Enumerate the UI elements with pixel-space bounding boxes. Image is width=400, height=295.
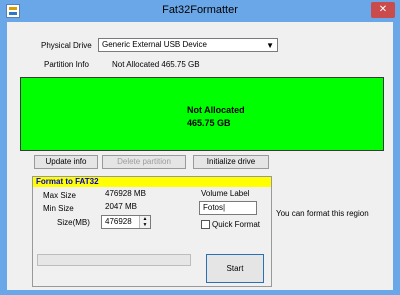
update-info-button[interactable]: Update info xyxy=(34,155,98,169)
format-panel-header: Format to FAT32 xyxy=(33,177,271,187)
partition-map[interactable]: Not Allocated 465.75 GB xyxy=(20,77,384,151)
quick-format-label: Quick Format xyxy=(212,220,261,229)
delete-partition-button[interactable]: Delete partition xyxy=(102,155,186,169)
initialize-drive-button[interactable]: Initialize drive xyxy=(193,155,269,169)
close-button[interactable]: ✕ xyxy=(371,2,395,18)
start-button[interactable]: Start xyxy=(206,254,264,283)
physical-drive-label: Physical Drive xyxy=(41,41,92,50)
partition-status: Not Allocated xyxy=(187,105,245,115)
title-bar[interactable]: Fat32Formatter ✕ xyxy=(0,0,400,22)
max-size-value: 476928 MB xyxy=(105,189,146,198)
size-mb-label: Size(MB) xyxy=(57,218,90,227)
volume-label-value: Fotos| xyxy=(203,203,226,212)
chevron-down-icon: ▼ xyxy=(266,41,274,50)
spin-arrows-icon[interactable]: ▲ ▼ xyxy=(139,216,150,228)
hint-text: You can format this region xyxy=(276,209,369,218)
partition-info-label: Partition Info xyxy=(44,60,89,69)
size-mb-stepper[interactable]: 476928 ▲ ▼ xyxy=(101,215,151,229)
physical-drive-select[interactable]: Generic External USB Device ▼ xyxy=(98,38,278,52)
min-size-value: 2047 MB xyxy=(105,202,138,211)
partition-info-value: Not Allocated 465.75 GB xyxy=(112,60,200,69)
physical-drive-value: Generic External USB Device xyxy=(102,40,207,49)
format-panel-title: Format to FAT32 xyxy=(36,177,99,186)
max-size-label: Max Size xyxy=(43,191,76,200)
quick-format-checkbox[interactable] xyxy=(201,220,210,229)
client-area: Physical Drive Generic External USB Devi… xyxy=(7,22,393,290)
volume-label-input[interactable]: Fotos| xyxy=(199,201,257,215)
partition-size: 465.75 GB xyxy=(187,118,231,128)
window-title: Fat32Formatter xyxy=(162,4,238,16)
size-mb-value: 476928 xyxy=(105,217,132,226)
format-progress-bar xyxy=(37,254,191,266)
app-window: Fat32Formatter ✕ Physical Drive Generic … xyxy=(0,0,400,295)
volume-label-label: Volume Label xyxy=(201,189,250,198)
min-size-label: Min Size xyxy=(43,204,74,213)
